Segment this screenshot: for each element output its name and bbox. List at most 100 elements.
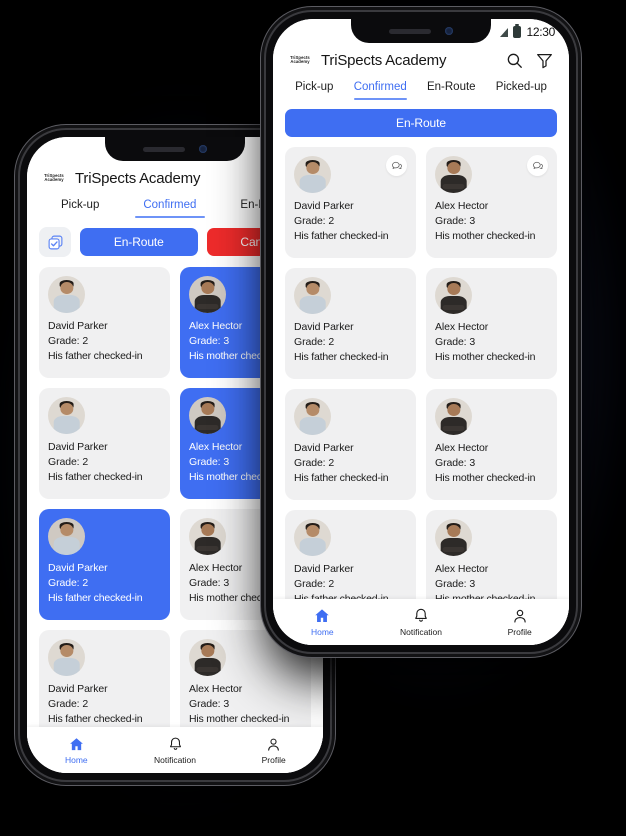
david-avatar [294,277,331,314]
battery-icon [513,24,522,38]
nav-label-profile-back: Profile [261,754,286,765]
tab-bar-front: Pick-up Confirmed En-Route Picked-up [273,77,569,100]
student-card[interactable]: David Parker Grade: 2 His father checked-i… [285,147,416,258]
student-name: Alex Hector [435,563,489,575]
filter-icon[interactable] [533,49,555,71]
bell-icon [169,737,181,750]
student-card[interactable]: Alex Hector Grade: 3 His mother checked-in [426,510,557,599]
avatar-arms [442,305,465,311]
tab-confirmed-front[interactable]: Confirmed [344,81,417,100]
student-card[interactable]: Alex Hector Grade: 3 His mother checked-in [426,268,557,379]
nav-item-notification-front[interactable]: Notification [372,607,471,637]
avatar-body [299,295,326,314]
student-card[interactable]: David Parker Grade: 2 His father checked-i… [285,268,416,379]
chat-icon[interactable] [527,155,548,176]
nav-label-notification-back: Notification [153,754,197,765]
tab-enroute-front[interactable]: En-Route [417,81,486,100]
alex-avatar [435,519,472,556]
student-name: Alex Hector [435,321,489,333]
student-card[interactable]: David Parker Grade: 2 His father checked-i… [285,510,416,599]
tab-pickup-front[interactable]: Pick-up [285,81,344,100]
student-card[interactable]: David Parker Grade: 2 His father checked-i… [39,509,170,620]
tab-confirmed-back[interactable]: Confirmed [121,199,218,218]
status-bar-front: 12:30 [273,19,569,45]
alex-avatar [435,277,472,314]
bottom-nav-front: Home Notification Profile [273,599,569,645]
avatar-head [446,161,461,175]
avatar-head [200,644,215,658]
student-status: His father checked-in [48,592,143,604]
select-all-checkbox-icon[interactable] [39,227,71,257]
student-status: His mother checked-in [435,230,536,242]
student-card[interactable]: David Parker Grade: 2 His father checked-i… [39,388,170,499]
student-card[interactable]: Alex Hector Grade: 3 His mother checked-in [426,147,557,258]
avatar-head [200,523,215,537]
avatar-head [305,524,320,538]
nav-label-home-back: Home [64,754,88,765]
person-icon [514,609,526,623]
status-clock: 12:30 [526,25,555,39]
alex-avatar [189,397,226,434]
student-name: David Parker [294,200,354,212]
avatar-head [59,523,74,537]
signal-icon [500,27,509,37]
search-icon[interactable] [503,49,525,71]
student-card[interactable]: David Parker Grade: 2 His father checked-i… [285,389,416,500]
nav-item-notification-back[interactable]: Notification [126,736,225,765]
avatar-head [446,524,461,538]
enroute-button-back[interactable]: En-Route [80,228,198,256]
student-card[interactable]: David Parker Grade: 2 His father checked-i… [39,630,170,727]
avatar-head [305,282,320,296]
tab-pickup-back[interactable]: Pick-up [39,199,121,218]
nav-item-profile-front[interactable]: Profile [470,607,569,637]
student-name: David Parker [294,563,354,575]
student-grade: Grade: 2 [48,456,89,468]
phone-device-front: 12:30 TriSpects Academy TriSpects Academ… [266,12,576,652]
david-avatar [48,397,85,434]
screenshot-stage: TriSpects Academy TriSpects Academy Pick… [0,0,626,836]
avatar-arms [196,667,219,673]
student-status: His father checked-in [48,471,143,483]
student-name: Alex Hector [435,200,489,212]
david-avatar [48,276,85,313]
student-grade: Grade: 2 [48,698,89,710]
avatar-body [299,537,326,556]
student-name: Alex Hector [435,442,489,454]
alex-avatar [189,639,226,676]
avatar-body [53,536,80,555]
avatar-head [59,402,74,416]
bottom-nav-back: Home Notification Profile [27,727,323,773]
student-name: David Parker [294,321,354,333]
student-grade: Grade: 2 [48,577,89,589]
avatar-arms [442,184,465,190]
logo-line-2: Academy [290,59,310,64]
student-grade: Grade: 2 [48,335,89,347]
chat-icon[interactable] [386,155,407,176]
home-icon [315,609,330,622]
student-card[interactable]: Alex Hector Grade: 3 His mother checked-in [426,389,557,500]
student-status: His mother checked-in [435,472,536,484]
nav-item-home-back[interactable]: Home [27,736,126,765]
nav-label-home-front: Home [310,627,334,637]
nav-item-profile-back[interactable]: Profile [224,736,323,765]
alex-avatar [435,398,472,435]
avatar-arms [442,547,465,553]
tab-pickedup-front[interactable]: Picked-up [486,81,557,100]
page-title-front: TriSpects Academy [321,51,447,69]
avatar-body [299,416,326,435]
enroute-button-front[interactable]: En-Route [285,109,557,137]
student-grade: Grade: 2 [294,578,335,590]
student-name: David Parker [48,562,108,574]
app-header-front: TriSpects Academy TriSpects Academy [273,45,569,77]
david-avatar [48,639,85,676]
avatar-body [53,415,80,434]
david-avatar [48,518,85,555]
student-card[interactable]: David Parker Grade: 2 His father checked-i… [39,267,170,378]
student-status: His father checked-in [48,713,143,725]
status-bar-back [27,137,323,163]
david-avatar [294,519,331,556]
student-grade: Grade: 2 [294,215,335,227]
nav-label-profile-front: Profile [507,627,532,637]
alex-avatar [435,156,472,193]
nav-item-home-front[interactable]: Home [273,607,372,637]
